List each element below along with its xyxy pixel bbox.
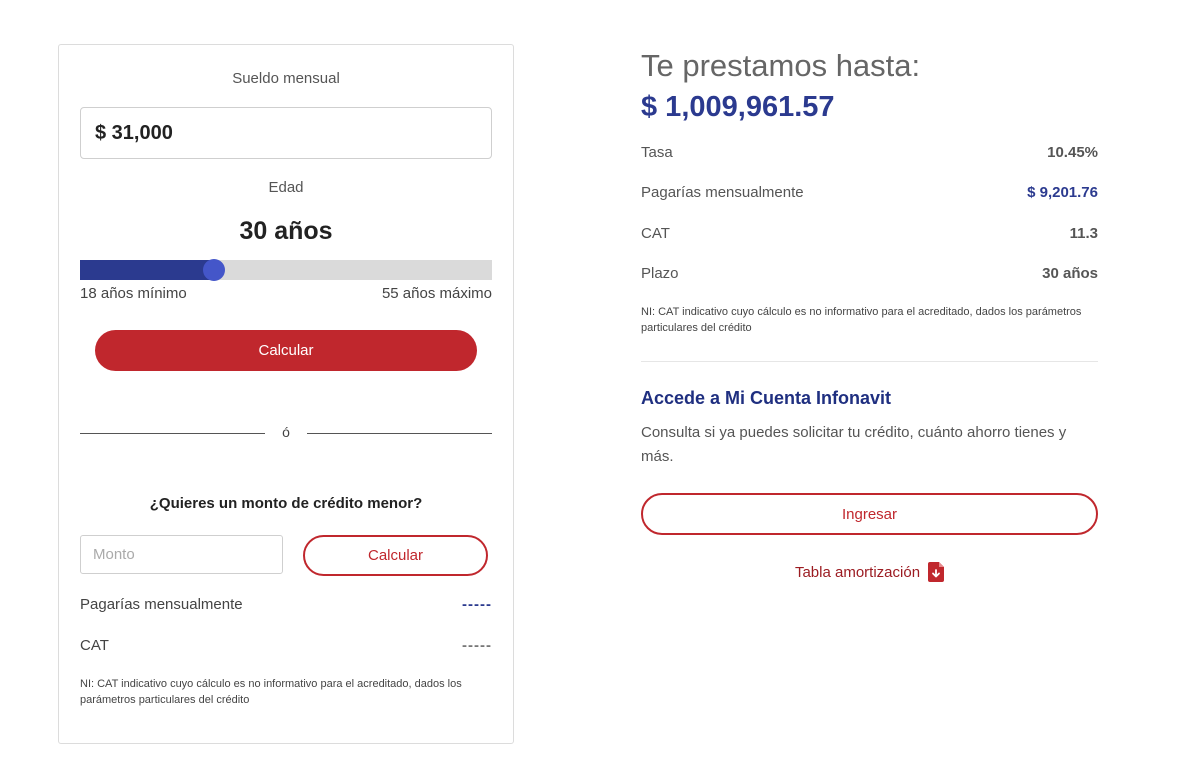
cat-result-label: CAT	[641, 225, 670, 242]
salary-input[interactable]: $ 31,000	[80, 107, 492, 159]
loan-form-card: Sueldo mensual $ 31,000 Edad 30 años 18 …	[58, 44, 514, 744]
age-value: 30 años	[239, 217, 333, 245]
result-title: Te prestamos hasta:	[641, 48, 921, 83]
result-amount: $ 1,009,961.57	[641, 91, 835, 123]
monthly-payment-row: Pagarías mensualmente -----	[80, 596, 492, 613]
salary-label: Sueldo mensual	[232, 70, 340, 87]
cat-label: CAT	[80, 637, 109, 654]
slider-min-label: 18 años mínimo	[80, 285, 187, 302]
term-label: Plazo	[641, 265, 679, 282]
calculate-amount-button[interactable]: Calcular	[303, 535, 488, 576]
cat-result-row: CAT 11.3	[641, 225, 1098, 242]
rate-value: 10.45%	[1047, 144, 1098, 161]
salary-value: $ 31,000	[95, 121, 173, 144]
calculate-button[interactable]: Calcular	[95, 330, 477, 371]
term-row: Plazo 30 años	[641, 265, 1098, 282]
cat-value: -----	[462, 637, 492, 654]
monthly-result-row: Pagarías mensualmente $ 9,201.76	[641, 184, 1098, 201]
smaller-amount-question: ¿Quieres un monto de crédito menor?	[149, 495, 423, 512]
cat-note: NI: CAT indicativo cuyo cálculo es no in…	[80, 678, 462, 706]
amortization-label: Tabla amortización	[794, 563, 921, 581]
monthly-payment-label: Pagarías mensualmente	[80, 596, 243, 613]
cat-result-value: 11.3	[1069, 225, 1098, 242]
pdf-download-icon	[928, 562, 945, 582]
divider-right	[307, 433, 492, 434]
result-cat-note: NI: CAT indicativo cuyo cálculo es no in…	[641, 306, 1082, 334]
amount-input[interactable]	[80, 535, 283, 574]
or-divider-label: ó	[282, 424, 290, 440]
cat-row: CAT -----	[80, 637, 492, 654]
account-description: Consulta si ya puedes solicitar tu crédi…	[641, 424, 1067, 465]
term-value: 30 años	[1042, 265, 1098, 282]
account-heading: Accede a Mi Cuenta Infonavit	[641, 388, 892, 408]
slider-max-label: 55 años máximo	[381, 285, 492, 302]
age-slider-thumb[interactable]	[202, 259, 225, 281]
rate-row: Tasa 10.45%	[641, 144, 1098, 161]
monthly-result-value: $ 9,201.76	[1027, 184, 1098, 201]
age-label: Edad	[268, 179, 304, 196]
section-divider	[641, 361, 1098, 362]
monthly-payment-value: -----	[462, 596, 492, 613]
age-slider-fill	[80, 260, 214, 280]
age-slider[interactable]	[80, 259, 492, 281]
rate-label: Tasa	[641, 144, 673, 161]
amortization-table-link[interactable]: Tabla amortización	[641, 562, 1098, 582]
login-button[interactable]: Ingresar	[641, 493, 1098, 535]
monthly-result-label: Pagarías mensualmente	[641, 184, 804, 201]
